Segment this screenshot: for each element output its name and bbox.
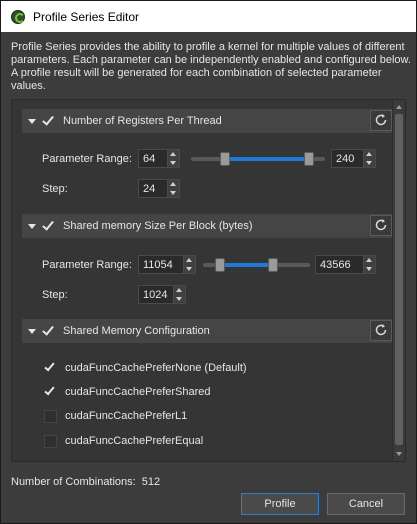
refresh-icon: [375, 114, 387, 126]
checkmark-icon: [42, 218, 54, 231]
registers-min-value[interactable]: 64: [139, 153, 167, 165]
shared-memory-size-enable-checkbox[interactable]: [42, 218, 55, 233]
spin-down-icon[interactable]: [366, 267, 372, 271]
registers-step-spinbox[interactable]: 24: [138, 179, 180, 198]
registers-range-slider[interactable]: [191, 152, 325, 166]
shared-memory-step-value[interactable]: 1024: [139, 289, 173, 301]
checkmark-icon: [44, 360, 55, 371]
section-title-registers: Number of Registers Per Thread: [63, 115, 222, 127]
registers-step-label: Step:: [42, 183, 68, 195]
spin-down-icon[interactable]: [366, 161, 372, 165]
combinations-summary: Number of Combinations: 512: [11, 476, 160, 488]
scroll-up-icon[interactable]: [396, 105, 402, 109]
app-logo-icon: [11, 9, 25, 24]
slider-min-handle[interactable]: [220, 152, 230, 166]
slider-min-handle[interactable]: [215, 258, 225, 272]
option-checkbox-checked[interactable]: [44, 384, 57, 399]
option-checkbox-checked[interactable]: [44, 360, 57, 375]
spin-up-icon[interactable]: [366, 258, 372, 262]
reset-shared-memory-config-button[interactable]: [370, 320, 392, 341]
chevron-down-icon[interactable]: [28, 223, 36, 229]
slider-selected-range: [220, 263, 273, 267]
shared-memory-range-label: Parameter Range:: [42, 259, 132, 271]
refresh-icon: [375, 219, 387, 231]
section-title-shared-memory-size: Shared memory Size Per Block (bytes): [63, 220, 253, 232]
description-text: Profile Series provides the ability to p…: [11, 41, 411, 92]
option-label: cudaFuncCachePreferL1: [65, 410, 188, 422]
spin-up-icon[interactable]: [176, 288, 182, 292]
scroll-down-icon[interactable]: [396, 452, 402, 456]
refresh-icon: [375, 324, 387, 336]
checkmark-icon: [44, 384, 55, 395]
registers-max-spinbox[interactable]: 240: [331, 149, 376, 168]
option-prefer-shared[interactable]: cudaFuncCachePreferShared: [44, 384, 211, 400]
window-title: Profile Series Editor: [33, 9, 140, 24]
shared-memory-min-spinbox[interactable]: 11054: [138, 255, 196, 274]
profile-button[interactable]: Profile: [241, 493, 319, 515]
section-header-registers: Number of Registers Per Thread: [22, 109, 394, 133]
option-label: cudaFuncCachePreferEqual: [65, 435, 204, 447]
spin-down-icon[interactable]: [186, 267, 192, 271]
spin-buttons[interactable]: [363, 256, 375, 273]
spin-up-icon[interactable]: [170, 182, 176, 186]
checkmark-icon: [42, 113, 54, 126]
checkmark-icon: [42, 323, 54, 336]
spin-buttons[interactable]: [167, 180, 179, 197]
slider-selected-range: [225, 157, 309, 161]
registers-min-spinbox[interactable]: 64: [138, 149, 180, 168]
cancel-button[interactable]: Cancel: [327, 493, 405, 515]
option-prefer-l1[interactable]: cudaFuncCachePreferL1: [44, 408, 187, 424]
option-label: cudaFuncCachePreferNone (Default): [65, 362, 247, 374]
shared-memory-min-value[interactable]: 11054: [139, 259, 183, 271]
option-checkbox-unchecked[interactable]: [44, 409, 57, 423]
shared-memory-max-value[interactable]: 43566: [316, 259, 363, 271]
scrollbar-thumb[interactable]: [395, 114, 403, 445]
spin-up-icon[interactable]: [366, 152, 372, 156]
shared-memory-step-label: Step:: [42, 289, 68, 301]
combinations-value: 512: [141, 476, 161, 488]
shared-memory-range-slider[interactable]: [203, 258, 310, 272]
spin-buttons[interactable]: [173, 286, 185, 303]
option-label: cudaFuncCachePreferShared: [65, 386, 211, 398]
spin-down-icon[interactable]: [170, 191, 176, 195]
shared-memory-config-enable-checkbox[interactable]: [42, 323, 55, 338]
section-title-shared-memory-config: Shared Memory Configuration: [63, 325, 210, 337]
option-prefer-none[interactable]: cudaFuncCachePreferNone (Default): [44, 360, 247, 376]
chevron-down-icon[interactable]: [28, 118, 36, 124]
slider-max-handle[interactable]: [304, 152, 314, 166]
chevron-down-icon[interactable]: [28, 328, 36, 334]
shared-memory-step-spinbox[interactable]: 1024: [138, 285, 186, 304]
registers-enable-checkbox[interactable]: [42, 113, 55, 128]
spin-buttons[interactable]: [183, 256, 195, 273]
registers-max-value[interactable]: 240: [332, 153, 363, 165]
spin-down-icon[interactable]: [170, 161, 176, 165]
reset-shared-memory-size-button[interactable]: [370, 215, 392, 236]
shared-memory-max-spinbox[interactable]: 43566: [315, 255, 376, 274]
spin-buttons[interactable]: [167, 150, 179, 167]
spin-up-icon[interactable]: [170, 152, 176, 156]
title-bar: Profile Series Editor: [1, 1, 416, 32]
registers-step-value[interactable]: 24: [139, 183, 167, 195]
spin-buttons[interactable]: [363, 150, 375, 167]
slider-max-handle[interactable]: [268, 258, 278, 272]
section-header-shared-memory-config: Shared Memory Configuration: [22, 319, 394, 343]
combinations-label: Number of Combinations:: [11, 476, 136, 488]
profile-series-editor-window: Profile Series Editor Profile Series pro…: [0, 0, 417, 524]
spin-down-icon[interactable]: [176, 297, 182, 301]
vertical-scrollbar[interactable]: [392, 100, 405, 461]
option-checkbox-unchecked[interactable]: [44, 434, 57, 448]
section-header-shared-memory-size: Shared memory Size Per Block (bytes): [22, 214, 394, 238]
option-prefer-equal[interactable]: cudaFuncCachePreferEqual: [44, 433, 203, 449]
registers-range-label: Parameter Range:: [42, 153, 132, 165]
parameters-scroll-area[interactable]: Number of Registers Per Thread Parameter…: [11, 99, 406, 462]
spin-up-icon[interactable]: [186, 258, 192, 262]
reset-registers-button[interactable]: [370, 110, 392, 131]
